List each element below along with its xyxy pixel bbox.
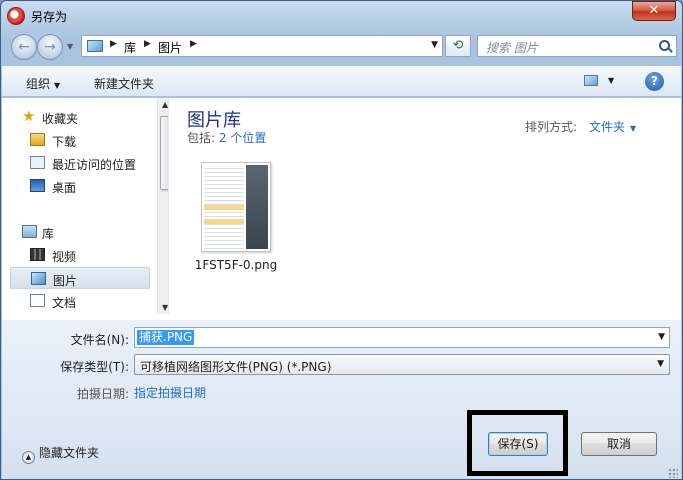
nav-item-label: 视频 — [52, 250, 77, 264]
desktop-icon — [30, 179, 45, 192]
view-icon[interactable] — [584, 75, 598, 86]
library-icon — [22, 225, 37, 238]
filetype-select[interactable]: 可移植网络图形文件(PNG) (*.PNG) ▼ — [134, 354, 670, 375]
file-thumbnail — [201, 162, 271, 252]
hide-folders-toggle[interactable]: ▲ 隐藏文件夹 — [22, 444, 99, 464]
includes-label: 包括: — [187, 131, 216, 145]
view-dropdown[interactable]: ▼ — [608, 76, 614, 85]
chevron-right-icon[interactable]: ▶ — [110, 39, 117, 49]
recent-pages-dropdown[interactable]: ▼ — [67, 42, 73, 51]
search-placeholder: 搜索 图片 — [486, 41, 538, 55]
organize-button[interactable]: 组织 ▼ — [26, 75, 60, 92]
new-folder-button[interactable]: 新建文件夹 — [94, 75, 154, 92]
toolbar: 组织 ▼ 新建文件夹 ▼ ? — [2, 65, 681, 97]
search-icon[interactable] — [659, 40, 670, 51]
nav-item-recent-places[interactable]: 最近访问的位置 — [10, 152, 150, 174]
file-list-pane[interactable]: 图片库 包括: 2 个位置 排列方式: 文件夹 ▼ 1FST5F-0.png — [168, 98, 681, 314]
nav-item-label: 图片 — [53, 274, 78, 288]
file-item[interactable]: 1FST5F-0.png — [191, 160, 281, 278]
app-icon — [7, 7, 25, 25]
document-icon — [30, 294, 45, 307]
address-dropdown[interactable]: ▼ — [431, 40, 438, 50]
filename-input[interactable]: 捕获.PNG ▼ — [134, 327, 670, 348]
filename-value: 捕获.PNG — [137, 330, 195, 345]
chevron-right-icon[interactable]: ▶ — [144, 39, 151, 49]
date-taken-link[interactable]: 指定拍摄日期 — [134, 384, 206, 401]
thumbnail-highlight — [204, 205, 244, 210]
video-icon — [30, 248, 45, 261]
filetype-value: 可移植网络图形文件(PNG) (*.PNG) — [140, 360, 332, 374]
chevron-right-icon[interactable]: ▶ — [190, 39, 197, 49]
sort-dropdown[interactable]: 文件夹 ▼ — [589, 118, 636, 135]
picture-library-icon — [87, 40, 103, 52]
nav-item-label: 最近访问的位置 — [52, 158, 137, 172]
nav-item-videos[interactable]: 视频 — [10, 244, 150, 266]
search-input[interactable]: 搜索 图片 — [477, 35, 677, 57]
nav-item-label: 桌面 — [52, 181, 77, 195]
breadcrumb-library[interactable]: 库 — [124, 39, 136, 56]
organize-label: 组织 — [26, 77, 51, 91]
nav-item-desktop[interactable]: 桌面 — [10, 175, 150, 197]
nav-item-pictures[interactable]: 图片 — [10, 267, 150, 289]
title-bar[interactable]: 另存为 ✕ — [1, 1, 682, 31]
star-icon: ★ — [22, 107, 36, 125]
library-locations-link[interactable]: 2 个位置 — [219, 131, 266, 145]
download-folder-icon — [30, 133, 45, 146]
window-title: 另存为 — [31, 10, 68, 24]
nav-item-libraries[interactable]: 库 — [10, 221, 150, 243]
resize-grip[interactable] — [668, 468, 678, 478]
refresh-icon[interactable]: ⟲ — [445, 35, 471, 57]
back-arrow-icon[interactable]: ← — [11, 34, 37, 60]
nav-item-documents[interactable]: 文档 — [10, 290, 150, 312]
file-name: 1FST5F-0.png — [194, 258, 278, 272]
nav-item-label: 下载 — [52, 135, 77, 149]
library-includes: 包括: 2 个位置 — [187, 129, 266, 146]
save-as-dialog: 另存为 ✕ ← → ▼ ▶ 库 ▶ 图片 ▶ ▼ ⟲ 搜索 图片 组织 ▼ 新建文… — [0, 0, 683, 480]
hide-folders-label: 隐藏文件夹 — [39, 446, 100, 460]
help-icon[interactable]: ? — [645, 72, 664, 91]
nav-item-label: 库 — [42, 227, 55, 241]
browser-panes: ★ 收藏夹 下载 最近访问的位置 桌面 库 视频 图片 文档 ▲ ▼ 图片库 包… — [2, 98, 681, 320]
address-row: ← → ▼ ▶ 库 ▶ 图片 ▶ ▼ ⟲ 搜索 图片 — [7, 33, 677, 61]
chevron-down-icon: ▼ — [630, 124, 637, 133]
sort-label: 排列方式: — [525, 120, 578, 134]
filetype-label: 保存类型(T): — [60, 360, 129, 374]
filename-label: 文件名(N): — [70, 333, 129, 347]
save-button[interactable]: 保存(S) — [488, 432, 548, 456]
sort-value: 文件夹 — [589, 120, 626, 134]
breadcrumb-pictures[interactable]: 图片 — [158, 39, 182, 56]
nav-item-favorites[interactable]: ★ 收藏夹 — [10, 106, 150, 128]
nav-item-downloads[interactable]: 下载 — [10, 129, 150, 151]
thumbnail-sidebar — [246, 165, 268, 249]
close-button[interactable]: ✕ — [632, 1, 676, 21]
date-taken-label: 拍摄日期: — [76, 387, 129, 401]
address-bar[interactable]: ▶ 库 ▶ 图片 ▶ ▼ — [81, 35, 443, 57]
recent-places-icon — [30, 156, 45, 169]
dialog-footer: ▲ 隐藏文件夹 保存(S) 取消 — [2, 406, 681, 479]
save-fields: 文件名(N): 捕获.PNG ▼ 保存类型(T): 可移植网络图形文件(PNG)… — [2, 320, 681, 406]
picture-icon — [31, 272, 46, 285]
thumbnail-highlight — [204, 219, 244, 224]
chevron-up-icon: ▲ — [22, 451, 35, 464]
chevron-down-icon: ▼ — [657, 359, 664, 369]
nav-item-label: 收藏夹 — [42, 112, 79, 126]
filename-dropdown[interactable]: ▼ — [658, 332, 665, 342]
navigation-pane: ★ 收藏夹 下载 最近访问的位置 桌面 库 视频 图片 文档 ▲ ▼ — [10, 98, 174, 314]
cancel-button[interactable]: 取消 — [581, 432, 657, 456]
forward-arrow-icon[interactable]: → — [37, 34, 63, 60]
nav-item-label: 文档 — [52, 296, 77, 310]
chevron-down-icon: ▼ — [54, 81, 61, 90]
